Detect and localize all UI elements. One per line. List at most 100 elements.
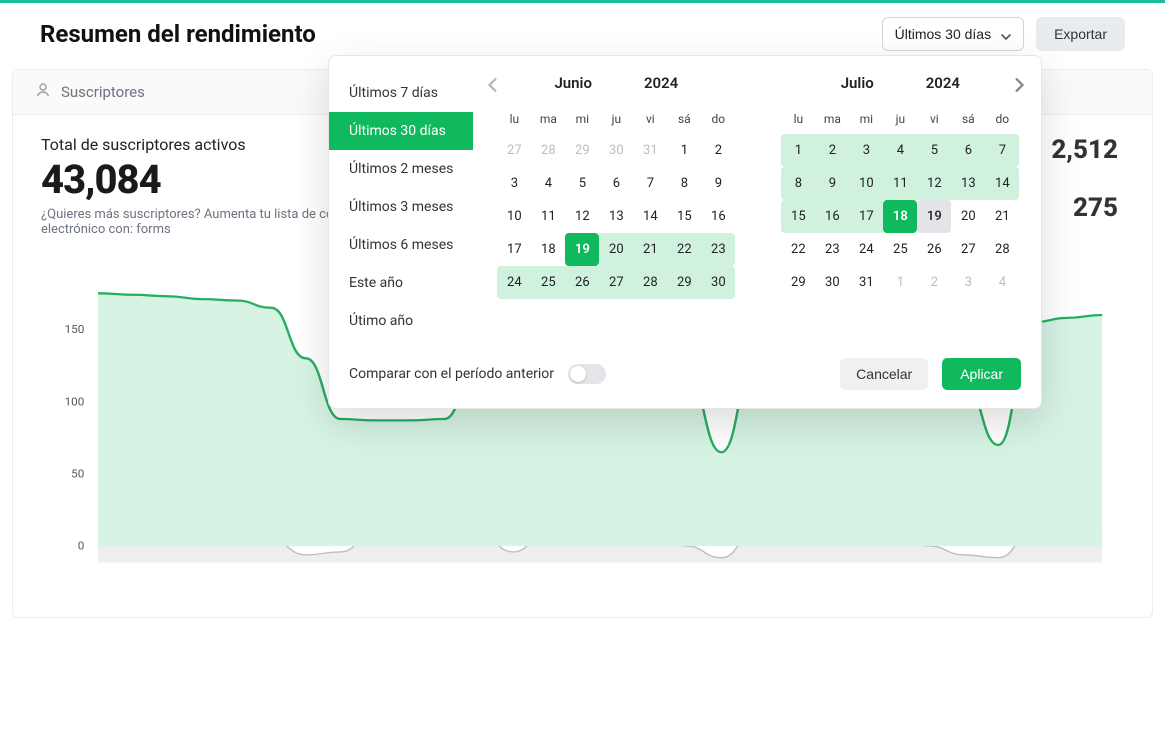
preset-item[interactable]: Últimos 6 meses <box>329 226 473 264</box>
calendar-day[interactable]: 30 <box>701 266 735 299</box>
calendar-day: 31 <box>633 134 667 167</box>
calendar-day[interactable]: 17 <box>849 200 883 233</box>
dow-label: lu <box>781 106 815 134</box>
calendar-day[interactable]: 10 <box>849 167 883 200</box>
cancel-button[interactable]: Cancelar <box>840 358 928 390</box>
calendar-day[interactable]: 26 <box>917 233 951 266</box>
calendar-day[interactable]: 9 <box>701 167 735 200</box>
calendar-day[interactable]: 13 <box>599 200 633 233</box>
dow-label: do <box>701 106 735 134</box>
dow-label: vi <box>917 106 951 134</box>
calendar-day[interactable]: 22 <box>667 233 701 266</box>
calendar-day[interactable]: 11 <box>883 167 917 200</box>
calendar-day[interactable]: 29 <box>667 266 701 299</box>
calendar-day[interactable]: 20 <box>599 233 633 266</box>
dow-label: lu <box>497 106 531 134</box>
calendar-day[interactable]: 18 <box>531 233 565 266</box>
calendar-day[interactable]: 6 <box>599 167 633 200</box>
calendar-day[interactable]: 7 <box>985 134 1019 167</box>
calendar-day[interactable]: 11 <box>531 200 565 233</box>
calendar-day[interactable]: 2 <box>815 134 849 167</box>
date-range-popover: Últimos 7 díasÚltimos 30 díasÚltimos 2 m… <box>328 55 1042 409</box>
calendar-day[interactable]: 20 <box>951 200 985 233</box>
export-button[interactable]: Exportar <box>1036 17 1125 51</box>
calendar-day[interactable]: 14 <box>633 200 667 233</box>
calendar-day[interactable]: 10 <box>497 200 531 233</box>
calendar-day[interactable]: 15 <box>781 200 815 233</box>
dow-label: ju <box>883 106 917 134</box>
calendar-day[interactable]: 2 <box>701 134 735 167</box>
calendar-day[interactable]: 4 <box>883 134 917 167</box>
calendar-day[interactable]: 7 <box>633 167 667 200</box>
calendar-day[interactable]: 3 <box>497 167 531 200</box>
calendar-day[interactable]: 24 <box>849 233 883 266</box>
calendar-day[interactable]: 5 <box>565 167 599 200</box>
calendar-day: 2 <box>917 266 951 299</box>
calendar-day[interactable]: 9 <box>815 167 849 200</box>
svg-text:50: 50 <box>71 467 84 480</box>
calendar-day[interactable]: 8 <box>667 167 701 200</box>
calendar-day[interactable]: 16 <box>701 200 735 233</box>
dow-label: ju <box>599 106 633 134</box>
calendar-day[interactable]: 24 <box>497 266 531 299</box>
preset-item[interactable]: Útimo año <box>329 302 473 340</box>
dow-label: ma <box>531 106 565 134</box>
calendar-day[interactable]: 6 <box>951 134 985 167</box>
date-range-dropdown[interactable]: Últimos 30 días <box>882 17 1024 51</box>
calendar-day[interactable]: 19 <box>917 200 951 233</box>
calendar-day[interactable]: 28 <box>985 233 1019 266</box>
calendar-day[interactable]: 12 <box>917 167 951 200</box>
apply-button[interactable]: Aplicar <box>942 358 1021 390</box>
preset-item[interactable]: Este año <box>329 264 473 302</box>
calendar-day: 30 <box>599 134 633 167</box>
calendar-day: 27 <box>497 134 531 167</box>
calendar-day[interactable]: 5 <box>917 134 951 167</box>
calendar-day[interactable]: 31 <box>849 266 883 299</box>
person-icon <box>35 82 51 102</box>
dow-label: do <box>985 106 1019 134</box>
calendar-day[interactable]: 27 <box>951 233 985 266</box>
calendar-day[interactable]: 1 <box>781 134 815 167</box>
calendar-day[interactable]: 27 <box>599 266 633 299</box>
calendar-day[interactable]: 26 <box>565 266 599 299</box>
calendar-day[interactable]: 18 <box>883 200 917 233</box>
calendar-day[interactable]: 19 <box>565 233 599 266</box>
calendar-day[interactable]: 23 <box>701 233 735 266</box>
calendar-day[interactable]: 17 <box>497 233 531 266</box>
preset-item[interactable]: Últimos 7 días <box>329 74 473 112</box>
calendar-day[interactable]: 14 <box>985 167 1019 200</box>
preset-item[interactable]: Últimos 2 meses <box>329 150 473 188</box>
calendar-day[interactable]: 23 <box>815 233 849 266</box>
compare-toggle[interactable] <box>568 364 606 384</box>
preset-item[interactable]: Últimos 3 meses <box>329 188 473 226</box>
calendar-day[interactable]: 21 <box>985 200 1019 233</box>
preset-item[interactable]: Últimos 30 días <box>329 112 473 150</box>
calendar-day[interactable]: 30 <box>815 266 849 299</box>
calendar-day[interactable]: 3 <box>849 134 883 167</box>
side-metric-1-value: 2,512 <box>1048 135 1118 165</box>
calendar-day[interactable]: 22 <box>781 233 815 266</box>
calendar-day: 4 <box>985 266 1019 299</box>
svg-text:0: 0 <box>78 539 85 552</box>
dow-label: vi <box>633 106 667 134</box>
year-1-label: 2024 <box>644 74 678 92</box>
calendar-day[interactable]: 4 <box>531 167 565 200</box>
calendar-day[interactable]: 12 <box>565 200 599 233</box>
calendar-day: 3 <box>951 266 985 299</box>
calendar-day[interactable]: 15 <box>667 200 701 233</box>
calendar-day[interactable]: 13 <box>951 167 985 200</box>
calendar-day: 28 <box>531 134 565 167</box>
calendar-day[interactable]: 21 <box>633 233 667 266</box>
calendar-day[interactable]: 1 <box>667 134 701 167</box>
calendar-day[interactable]: 29 <box>781 266 815 299</box>
chevron-down-icon <box>1001 29 1011 39</box>
calendar-day[interactable]: 16 <box>815 200 849 233</box>
date-range-label: Últimos 30 días <box>895 26 991 42</box>
panel-tab-label: Suscriptores <box>61 83 145 101</box>
calendar-day[interactable]: 28 <box>633 266 667 299</box>
calendar-day: 1 <box>883 266 917 299</box>
calendar-day[interactable]: 8 <box>781 167 815 200</box>
calendar-day[interactable]: 25 <box>531 266 565 299</box>
calendar-day: 29 <box>565 134 599 167</box>
calendar-day[interactable]: 25 <box>883 233 917 266</box>
